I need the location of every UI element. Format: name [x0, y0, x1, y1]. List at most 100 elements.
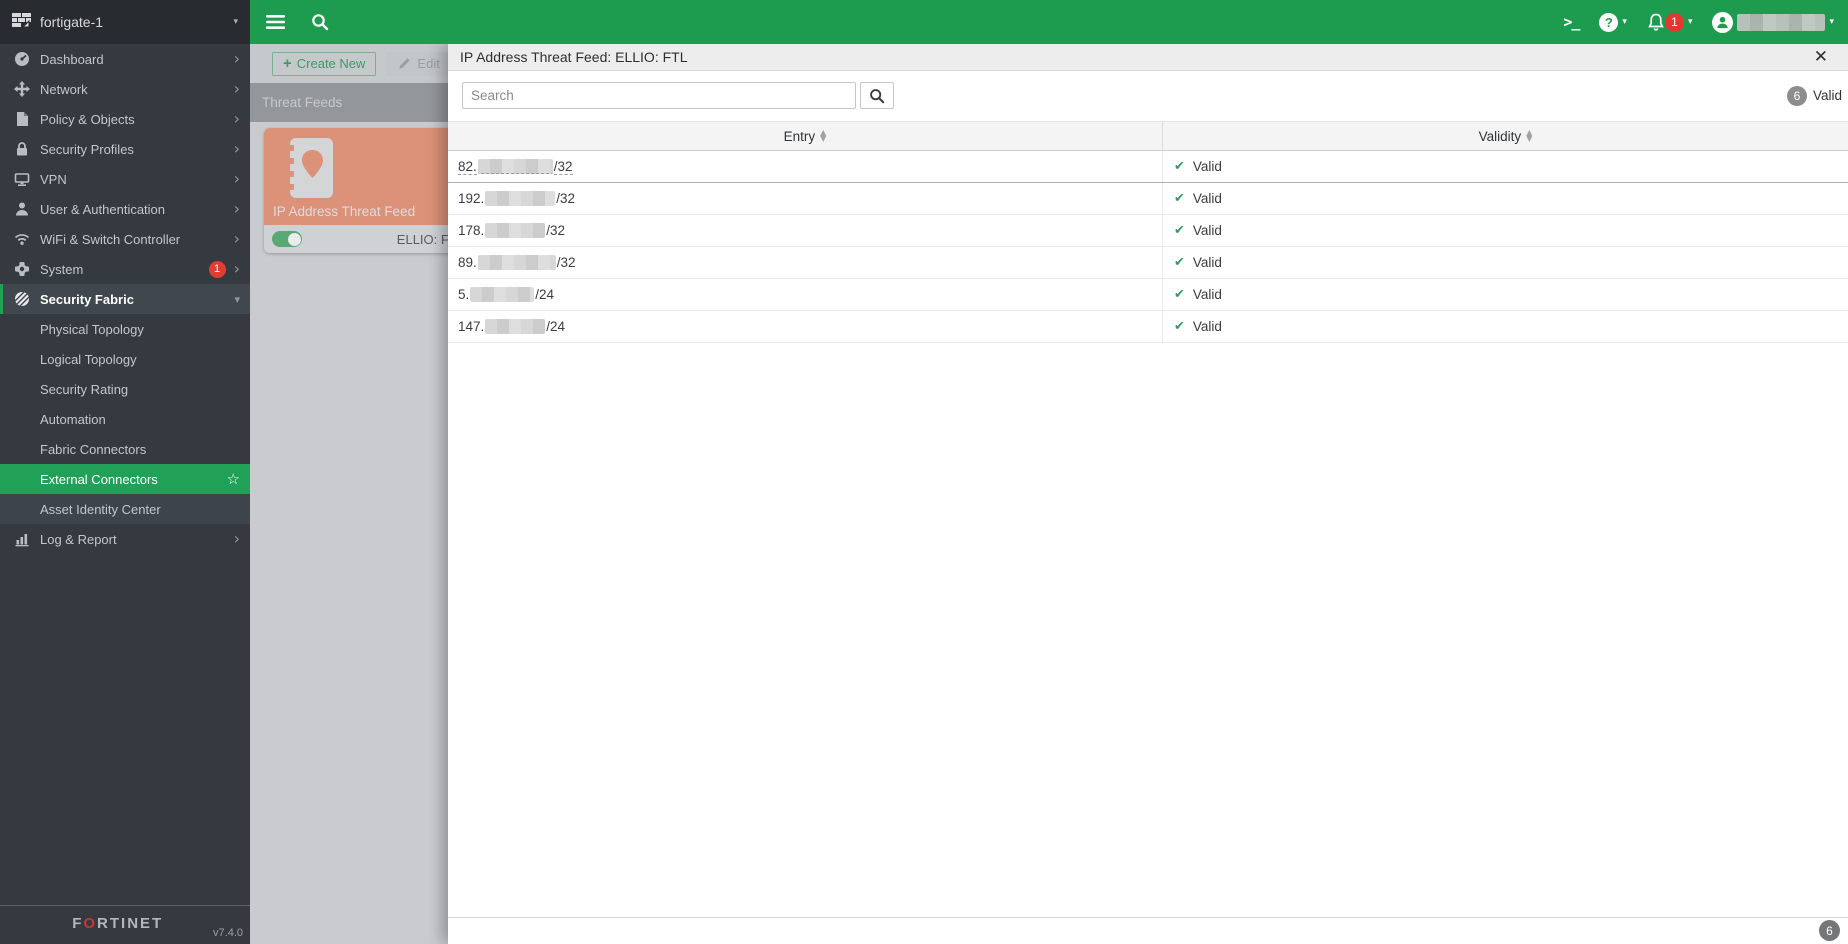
sidebar-item-label: Automation: [40, 411, 106, 427]
total-count-bubble: 6: [1819, 920, 1840, 941]
table-header: Entry ▲ ▼ Validity ▲ ▼: [448, 121, 1848, 151]
bell-icon: [1647, 13, 1665, 32]
chevron-right-icon: ›: [233, 169, 240, 188]
chevron-down-icon: ▾: [234, 292, 240, 306]
address-book-pin-icon: [286, 138, 333, 198]
firmware-version: v7.4.0: [213, 927, 243, 939]
search-submit-button[interactable]: [860, 82, 894, 109]
check-icon: ✔: [1174, 159, 1185, 174]
sidebar-item-log-report[interactable]: Log & Report ›: [0, 524, 250, 554]
sidebar-item-vpn[interactable]: VPN ›: [0, 164, 250, 194]
table-row[interactable]: 192./32 ✔ Valid: [448, 183, 1848, 215]
table-row[interactable]: 178./32 ✔ Valid: [448, 215, 1848, 247]
column-header-validity[interactable]: Validity ▲ ▼: [1163, 122, 1848, 150]
bar-chart-icon: [14, 531, 31, 547]
sidebar-item-security-fabric[interactable]: Security Fabric ▾: [0, 284, 250, 314]
help-menu[interactable]: ? ▾: [1599, 12, 1627, 32]
sidebar-item-label: Logical Topology: [40, 351, 137, 367]
sort-icon: ▲ ▼: [820, 128, 827, 143]
enable-toggle[interactable]: [272, 231, 302, 247]
validity-cell: ✔ Valid: [1174, 287, 1222, 302]
threat-feed-card[interactable]: IP Address Threat Feed ELLIO: FTL: [264, 128, 476, 253]
hamburger-menu-icon[interactable]: [266, 15, 285, 29]
chevron-right-icon: ›: [233, 139, 240, 158]
table-row[interactable]: 5./24 ✔ Valid: [448, 279, 1848, 311]
chevron-right-icon: ›: [233, 79, 240, 98]
table-row[interactable]: 82./32 ✔ Valid: [448, 151, 1848, 183]
sidebar-item-automation[interactable]: Automation: [0, 404, 250, 434]
check-icon: ✔: [1174, 223, 1185, 238]
sidebar-item-fabric-connectors[interactable]: Fabric Connectors: [0, 434, 250, 464]
hostname-selector[interactable]: fortigate-1 ▾: [0, 0, 250, 44]
create-new-label: Create New: [296, 56, 366, 71]
chevron-right-icon: ›: [233, 259, 240, 278]
entry-cell: 82./32: [448, 151, 1163, 182]
entry-cell: 147./24: [448, 311, 1163, 342]
pencil-icon: [398, 57, 411, 70]
sidebar-item-label: Network: [40, 81, 88, 97]
fortigate-device-icon: [12, 13, 32, 31]
valid-count-label: Valid: [1812, 88, 1842, 103]
threat-feed-type-label: IP Address Threat Feed: [273, 204, 416, 219]
check-icon: ✔: [1174, 287, 1185, 302]
sidebar-item-label: Dashboard: [40, 51, 104, 67]
sidebar-item-network[interactable]: Network ›: [0, 74, 250, 104]
sidebar-item-security-profiles[interactable]: Security Profiles ›: [0, 134, 250, 164]
sidebar-item-label: Physical Topology: [40, 321, 144, 337]
sidebar-item-logical-topology[interactable]: Logical Topology: [0, 344, 250, 374]
panel-search-row: 6 Valid: [448, 71, 1848, 115]
user-icon: [14, 201, 31, 217]
sidebar-item-user-authentication[interactable]: User & Authentication ›: [0, 194, 250, 224]
create-new-button[interactable]: + Create New: [272, 51, 377, 76]
check-icon: ✔: [1174, 319, 1185, 334]
chevron-right-icon: ›: [233, 49, 240, 68]
chevron-right-icon: ›: [233, 199, 240, 218]
sidebar-item-policy-objects[interactable]: Policy & Objects ›: [0, 104, 250, 134]
chevron-down-icon: ▾: [1687, 17, 1693, 27]
sidebar-item-label: WiFi & Switch Controller: [40, 231, 181, 247]
entry-cell: 5./24: [448, 279, 1163, 310]
validity-cell: ✔ Valid: [1174, 159, 1222, 174]
panel-header: IP Address Threat Feed: ELLIO: FTL ✕: [448, 44, 1848, 71]
close-icon[interactable]: ✕: [1814, 48, 1828, 66]
chevron-down-icon: ▾: [1622, 17, 1627, 27]
panel-title: IP Address Threat Feed: ELLIO: FTL: [460, 49, 688, 65]
entry-cell: 192./32: [448, 183, 1163, 214]
edit-label: Edit: [417, 56, 440, 71]
user-menu[interactable]: ▾: [1712, 11, 1834, 33]
validity-cell: ✔ Valid: [1174, 191, 1222, 206]
chevron-right-icon: ›: [233, 109, 240, 128]
threat-feed-card-top: IP Address Threat Feed: [264, 128, 476, 225]
sidebar-item-label: Security Profiles: [40, 141, 134, 157]
gear-icon: [14, 261, 31, 277]
sidebar-item-external-connectors[interactable]: External Connectors ☆: [0, 464, 250, 494]
entries-table: Entry ▲ ▼ Validity ▲ ▼ 82./32 ✔ Valid 192.: [448, 121, 1848, 343]
cli-console-icon[interactable]: >_: [1563, 13, 1580, 31]
sort-icon: ▲ ▼: [1526, 128, 1533, 143]
favorite-star-icon[interactable]: ☆: [227, 470, 240, 488]
chevron-right-icon: ›: [233, 529, 240, 548]
redacted-ip-segment: [485, 319, 546, 334]
sidebar-item-dashboard[interactable]: Dashboard ›: [0, 44, 250, 74]
validity-cell: ✔ Valid: [1174, 319, 1222, 334]
search-input[interactable]: [462, 82, 856, 109]
panel-footer: 6: [448, 917, 1848, 944]
table-row[interactable]: 89./32 ✔ Valid: [448, 247, 1848, 279]
sidebar-item-asset-identity-center[interactable]: Asset Identity Center: [0, 494, 250, 524]
edit-button[interactable]: Edit: [386, 51, 452, 76]
dashboard-icon: [14, 51, 31, 67]
column-header-entry[interactable]: Entry ▲ ▼: [448, 122, 1163, 150]
sidebar-item-wifi-switch-controller[interactable]: WiFi & Switch Controller ›: [0, 224, 250, 254]
sidebar-item-system[interactable]: System 1 ›: [0, 254, 250, 284]
redacted-ip-segment: [470, 287, 535, 302]
search-icon[interactable]: [311, 13, 329, 31]
sidebar-item-label: User & Authentication: [40, 201, 166, 217]
redacted-ip-segment: [485, 223, 546, 238]
sidebar-item-physical-topology[interactable]: Physical Topology: [0, 314, 250, 344]
sidebar-item-security-rating[interactable]: Security Rating: [0, 374, 250, 404]
topbar: >_ ? ▾ 1 ▾ ▾: [250, 0, 1848, 44]
avatar-icon: [1712, 11, 1734, 33]
chevron-down-icon: ▾: [233, 17, 238, 27]
table-row[interactable]: 147./24 ✔ Valid: [448, 311, 1848, 343]
notifications-menu[interactable]: 1 ▾: [1647, 12, 1693, 32]
